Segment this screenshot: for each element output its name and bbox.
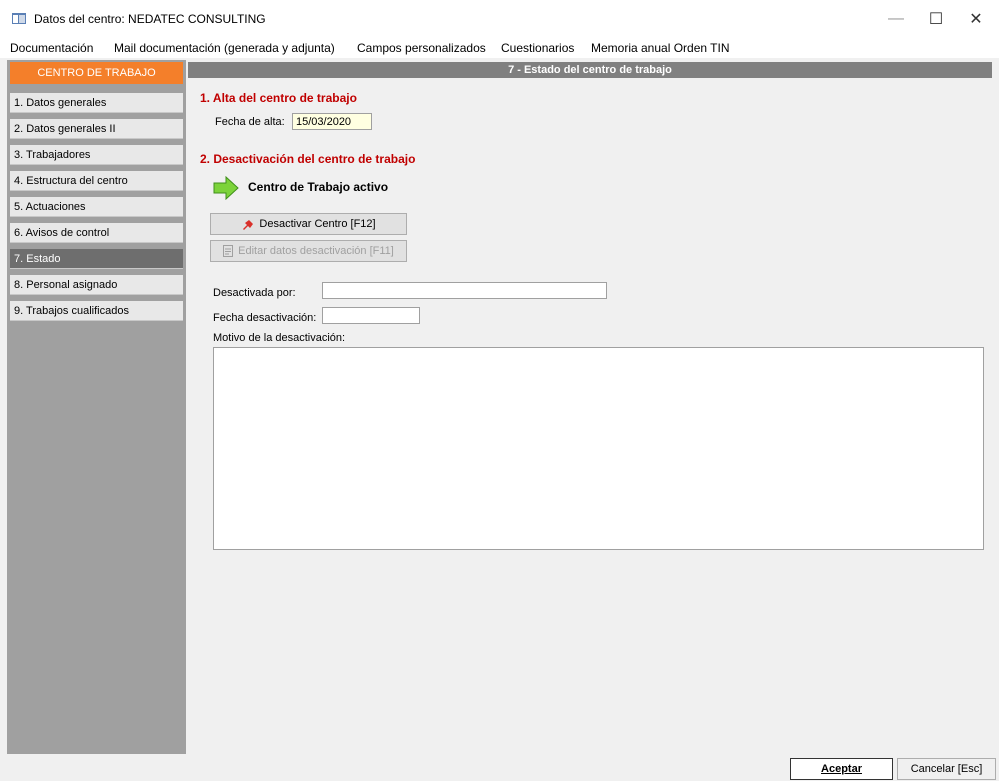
accept-label: Aceptar [821,763,862,775]
section1-title: 1. Alta del centro de trabajo [200,91,357,105]
document-icon [223,245,234,257]
desactivar-centro-button[interactable]: Desactivar Centro [F12] [210,213,407,235]
sidebar-item-trabajos[interactable]: 9. Trabajos cualificados [10,301,183,321]
fecha-desactivacion-label: Fecha desactivación: [213,312,317,324]
section-header: 7 - Estado del centro de trabajo [188,62,992,78]
app-icon [12,13,26,24]
desactivada-por-label: Desactivada por: [213,287,296,299]
sidebar-item-personal[interactable]: 8. Personal asignado [10,275,183,295]
sidebar-item-estado[interactable]: 7. Estado [10,249,183,269]
editar-desactivacion-button[interactable]: Editar datos desactivación [F11] [210,240,407,262]
sidebar: CENTRO DE TRABAJO 1. Datos generales 2. … [7,60,186,754]
sidebar-item-trabajadores[interactable]: 3. Trabajadores [10,145,183,165]
minimize-button[interactable]: — [876,6,916,32]
sidebar-item-estructura[interactable]: 4. Estructura del centro [10,171,183,191]
accept-button[interactable]: Aceptar [790,758,893,780]
menu-memoria-anual[interactable]: Memoria anual Orden TIN [591,41,730,55]
status-text: Centro de Trabajo activo [248,180,389,194]
menu-cuestionarios[interactable]: Cuestionarios [501,41,574,55]
cancel-button[interactable]: Cancelar [Esc] [897,758,996,780]
sidebar-item-actuaciones[interactable]: 5. Actuaciones [10,197,183,217]
fecha-desactivacion-field[interactable] [322,307,420,324]
motivo-label: Motivo de la desactivación: [213,332,346,344]
menu-mail-documentacion[interactable]: Mail documentación (generada y adjunta) [114,41,335,55]
fecha-alta-label: Fecha de alta: [215,116,285,128]
sidebar-header: CENTRO DE TRABAJO [10,62,183,84]
section2-title: 2. Desactivación del centro de trabajo [200,152,416,166]
sidebar-item-avisos[interactable]: 6. Avisos de control [10,223,183,243]
menu-campos-personalizados[interactable]: Campos personalizados [357,41,486,55]
window-title: Datos del centro: NEDATEC CONSULTING [34,12,266,26]
editar-desactivacion-label: Editar datos desactivación [F11] [238,245,394,257]
close-button[interactable]: ✕ [956,6,996,32]
desactivar-centro-label: Desactivar Centro [F12] [259,218,376,230]
maximize-button[interactable]: ☐ [916,6,956,32]
footer-bar: Aceptar Cancelar [Esc] [0,756,999,781]
sidebar-item-datos-generales-ii[interactable]: 2. Datos generales II [10,119,183,139]
motivo-textarea[interactable] [213,347,984,550]
pushpin-icon [243,219,254,230]
sidebar-item-datos-generales[interactable]: 1. Datos generales [10,93,183,113]
menu-bar: Documentación Mail documentación (genera… [0,38,999,58]
main-content: 7 - Estado del centro de trabajo 1. Alta… [188,60,992,754]
menu-documentacion[interactable]: Documentación [10,41,93,55]
desactivada-por-field[interactable] [322,282,607,299]
title-bar: Datos del centro: NEDATEC CONSULTING — ☐… [0,0,999,38]
fecha-alta-field[interactable] [292,113,372,130]
arrow-right-icon [213,176,239,200]
